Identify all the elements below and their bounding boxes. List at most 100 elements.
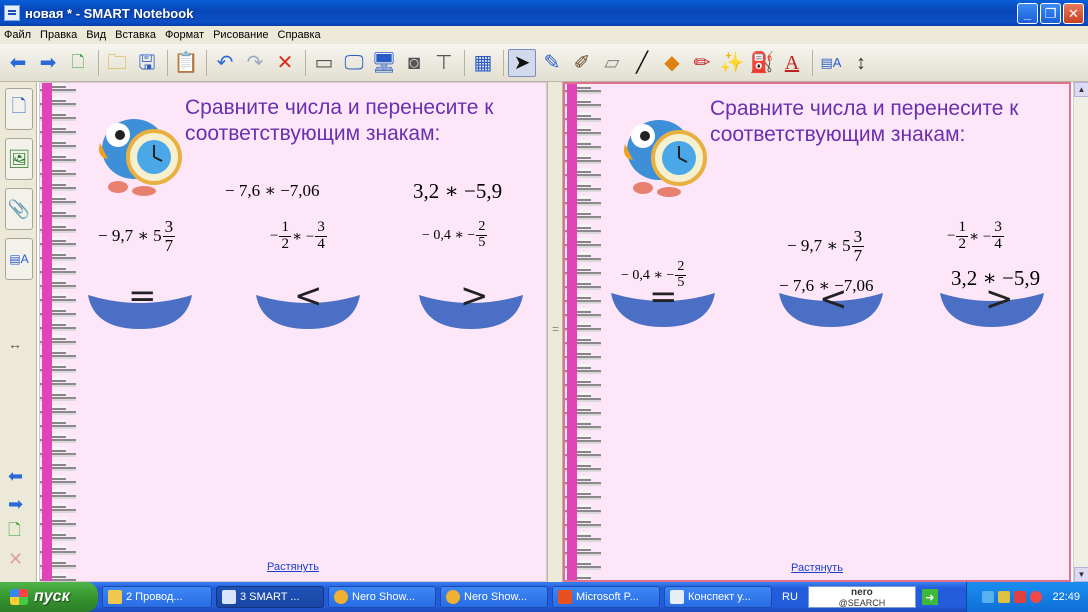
gallery-icon: 🖼 bbox=[7, 148, 31, 169]
toolbar-move-icon[interactable]: ↕ bbox=[847, 49, 875, 77]
numerator: 2 bbox=[476, 219, 488, 236]
search-go-icon[interactable]: ➜ bbox=[921, 589, 938, 605]
menu-draw[interactable]: Рисование bbox=[213, 29, 268, 41]
properties-icon[interactable]: ▤A bbox=[817, 49, 845, 77]
tray-alert-icon[interactable] bbox=[1014, 591, 1027, 603]
forward-arrow-icon[interactable]: ➡ bbox=[34, 49, 62, 77]
greater-sign: > bbox=[460, 276, 489, 316]
toolbar-separator bbox=[812, 49, 813, 76]
back-arrow-icon[interactable]: ⬅ bbox=[4, 49, 32, 77]
text-icon[interactable]: A bbox=[778, 49, 806, 77]
expr-text: − 9,7 ∗ 5 bbox=[98, 226, 162, 246]
expr-9-7[interactable]: − 9,7 ∗ 5 37 bbox=[787, 228, 865, 265]
sparkle-icon[interactable]: ✨ bbox=[718, 49, 746, 77]
start-button[interactable]: пуск bbox=[0, 582, 98, 612]
screen-capture-icon[interactable]: ◙ bbox=[400, 49, 428, 77]
eraser-icon[interactable]: ▱ bbox=[598, 49, 626, 77]
full-screen-icon[interactable]: 🖵 bbox=[340, 49, 368, 77]
tray-clock[interactable]: 22:49 bbox=[1052, 591, 1080, 603]
shape-icon[interactable]: ◆ bbox=[658, 49, 686, 77]
menu-help[interactable]: Справка bbox=[278, 29, 321, 41]
page-sorter-icon: 🗋 bbox=[11, 96, 27, 116]
menu-format[interactable]: Формат bbox=[165, 29, 204, 41]
tray-security-icon[interactable] bbox=[998, 591, 1011, 603]
properties-tab[interactable]: ▤A bbox=[5, 238, 33, 280]
menu-insert[interactable]: Вставка bbox=[115, 29, 156, 41]
nero-icon bbox=[446, 590, 460, 604]
tray-network-icon[interactable] bbox=[982, 591, 995, 603]
stretch-link[interactable]: Растянуть bbox=[791, 562, 843, 574]
save-icon[interactable]: 🖫 bbox=[133, 49, 161, 77]
sidebar-forward-arrow-icon[interactable]: ➡ bbox=[8, 495, 23, 513]
undo-icon[interactable]: ↶ bbox=[211, 49, 239, 77]
menu-file[interactable]: Файл bbox=[4, 29, 31, 41]
page-heading: Сравните числа и перенесите к соответств… bbox=[185, 96, 494, 145]
menu-view[interactable]: Вид bbox=[86, 29, 106, 41]
tray-antivirus-icon[interactable] bbox=[1030, 591, 1043, 603]
redo-icon[interactable]: ↷ bbox=[241, 49, 269, 77]
creative-pen-icon[interactable]: ✐ bbox=[568, 49, 596, 77]
attachments-tab[interactable]: 📎 bbox=[5, 188, 33, 230]
expr-3-2[interactable]: 3,2 ∗ −5,9 bbox=[413, 179, 502, 204]
screen-shade-icon[interactable]: ▭ bbox=[310, 49, 338, 77]
dual-page-divider[interactable] bbox=[547, 82, 563, 582]
fraction: 12 bbox=[956, 219, 968, 253]
gallery-tab[interactable]: 🖼 bbox=[5, 138, 33, 180]
delete-icon[interactable]: ✕ bbox=[271, 49, 299, 77]
expr-text: − bbox=[270, 227, 279, 244]
expr-9-7[interactable]: − 9,7 ∗ 5 37 bbox=[98, 218, 176, 255]
open-folder-icon[interactable]: 🗀 bbox=[103, 49, 131, 77]
toolbar-separator bbox=[167, 49, 168, 76]
denominator: 7 bbox=[853, 245, 863, 265]
task-smart[interactable]: 3 SMART ... bbox=[216, 586, 324, 608]
menu-bar: Файл Правка Вид Вставка Формат Рисование… bbox=[0, 26, 1088, 44]
nero-search-brand: nero bbox=[851, 587, 873, 598]
page-sorter-tab[interactable]: 🗋 bbox=[5, 88, 33, 130]
nero-search-box[interactable]: nero @SEARCH bbox=[807, 586, 916, 608]
sidebar-add-page-icon[interactable]: 🗋 bbox=[8, 523, 21, 539]
add-page-icon[interactable]: 🗋 bbox=[64, 49, 92, 77]
task-nero-1[interactable]: Nero Show... bbox=[328, 586, 436, 608]
minimize-button[interactable]: _ bbox=[1017, 3, 1038, 24]
select-pointer-icon[interactable]: ➤ bbox=[508, 48, 536, 77]
language-indicator[interactable]: RU bbox=[782, 591, 798, 603]
scroll-down-icon[interactable]: ▼ bbox=[1074, 567, 1088, 582]
expr-0-4[interactable]: − 0,4 ∗ − 25 bbox=[621, 259, 687, 290]
expr-0-4[interactable]: − 0,4 ∗ − 25 bbox=[422, 219, 488, 250]
expr-3-2[interactable]: 3,2 ∗ −5,9 bbox=[951, 266, 1040, 291]
fill-icon[interactable]: ⛽ bbox=[748, 49, 776, 77]
paste-icon[interactable]: 📋 bbox=[172, 49, 200, 77]
numerator: 3 bbox=[315, 219, 327, 237]
table-icon[interactable]: ▦ bbox=[469, 49, 497, 77]
expr-7-6[interactable]: − 7,6 ∗ −7,06 bbox=[779, 276, 873, 296]
document-camera-icon[interactable]: ⊤ bbox=[430, 49, 458, 77]
maximize-button[interactable]: ❐ bbox=[1040, 3, 1061, 24]
sidebar-delete-page-icon[interactable]: ✕ bbox=[8, 550, 23, 568]
task-explorer[interactable]: 2 Провод... bbox=[102, 586, 212, 608]
less-sign: < bbox=[294, 276, 323, 316]
task-nero-2[interactable]: Nero Show... bbox=[440, 586, 548, 608]
close-button[interactable]: ✕ bbox=[1063, 3, 1084, 24]
properties-icon: ▤A bbox=[9, 252, 29, 266]
denominator: 4 bbox=[994, 235, 1002, 252]
denominator: 5 bbox=[478, 234, 486, 250]
stretch-link[interactable]: Растянуть bbox=[267, 561, 319, 573]
magic-pen-icon[interactable]: ✏ bbox=[688, 49, 716, 77]
vertical-scrollbar[interactable]: ▲ ▼ bbox=[1073, 82, 1088, 582]
pen-icon[interactable]: ✎ bbox=[538, 49, 566, 77]
sidebar-resize-icon[interactable]: ↔ bbox=[8, 337, 22, 351]
expr-1-2[interactable]: − 12 ∗ − 34 bbox=[947, 219, 1005, 253]
expr-1-2[interactable]: − 12 ∗ − 34 bbox=[270, 219, 328, 253]
menu-edit[interactable]: Правка bbox=[40, 29, 77, 41]
expr-7-6[interactable]: − 7,6 ∗ −7,06 bbox=[225, 181, 319, 201]
numerator: 2 bbox=[675, 259, 687, 276]
dual-display-icon[interactable]: 🖥 bbox=[370, 49, 398, 77]
notebook-spiral bbox=[40, 83, 76, 581]
numerator: 3 bbox=[851, 227, 865, 247]
sidebar-back-arrow-icon[interactable]: ⬅ bbox=[8, 467, 23, 485]
line-icon[interactable]: ╱ bbox=[628, 49, 656, 77]
task-word[interactable]: Конспект у... bbox=[664, 586, 772, 608]
task-powerpoint[interactable]: Microsoft P... bbox=[552, 586, 660, 608]
scroll-up-icon[interactable]: ▲ bbox=[1074, 82, 1088, 97]
left-page: Сравните числа и перенесите к соответств… bbox=[39, 82, 547, 582]
